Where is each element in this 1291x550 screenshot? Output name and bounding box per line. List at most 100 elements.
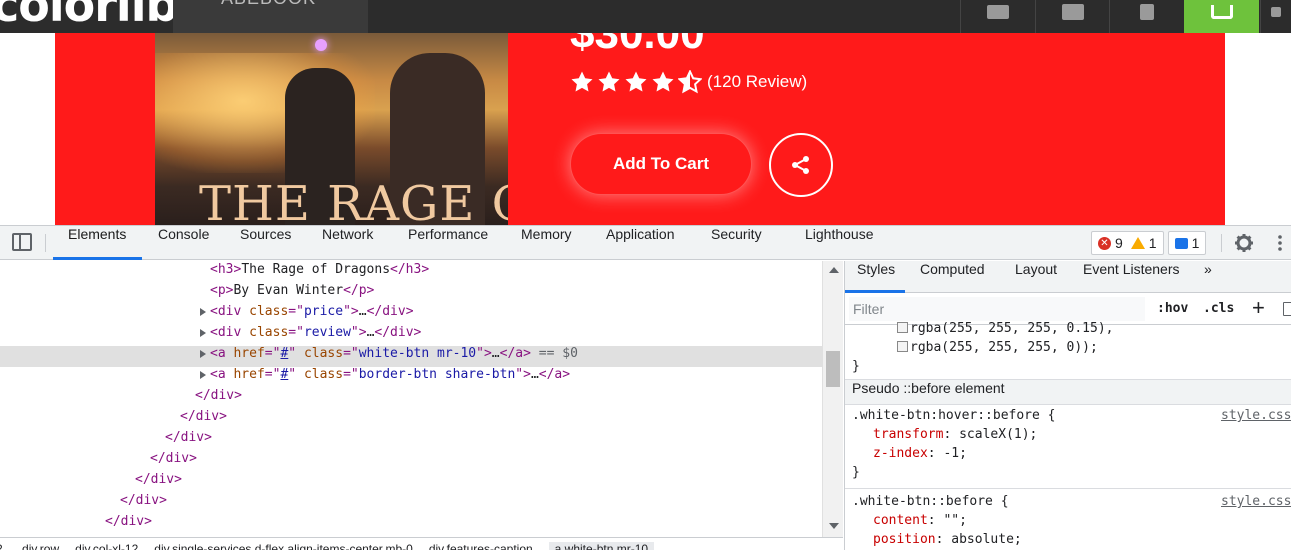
product-tab[interactable]: ABEBOOK [173, 0, 368, 33]
buy-button[interactable] [1184, 0, 1259, 33]
device-toolbar-icon[interactable] [12, 233, 32, 251]
css-declaration[interactable]: position: absolute; [845, 532, 1291, 550]
css-declaration[interactable]: transform: scaleX(1); [845, 427, 1291, 446]
css-declaration[interactable]: content: ""; [845, 513, 1291, 532]
styles-sidebar: Styles Computed Layout Event Listeners »… [844, 261, 1291, 550]
dom-node[interactable]: </div> [0, 472, 822, 493]
dom-token: href [233, 367, 265, 382]
dom-token: =" [264, 346, 281, 361]
css-rule-close[interactable]: } [845, 465, 1291, 484]
dom-token: … [358, 304, 367, 319]
expand-triangle-icon[interactable] [200, 328, 206, 337]
css-declaration[interactable]: rgba(255, 255, 255, 0.15), [845, 321, 1291, 340]
tab-styles[interactable]: Styles [857, 261, 895, 293]
tab-security[interactable]: Security [711, 226, 762, 260]
expand-triangle-icon[interactable] [200, 307, 206, 316]
breadcrumb-item[interactable]: div.features-caption [429, 542, 533, 550]
breadcrumb-item[interactable]: div.col-xl-12 [75, 542, 138, 550]
css-rule-selector[interactable]: .white-btn:hover::before { style.css [845, 408, 1291, 427]
tab-lighthouse[interactable]: Lighthouse [805, 226, 874, 260]
color-swatch[interactable] [897, 341, 908, 352]
expand-triangle-icon[interactable] [200, 349, 206, 358]
breadcrumb-item[interactable]: 2. [0, 542, 6, 550]
hover-state-toggle[interactable]: :hov [1157, 301, 1188, 316]
gear-icon[interactable] [1234, 233, 1254, 253]
dom-node[interactable]: </div> [0, 430, 822, 451]
cart-icon [1210, 4, 1233, 19]
dom-token: <p> [210, 283, 234, 298]
breadcrumb-item[interactable]: div.single-services.d-flex.align-items-c… [154, 542, 413, 550]
more-vertical-icon[interactable] [1272, 233, 1288, 253]
tab-application[interactable]: Application [606, 226, 675, 260]
css-declaration[interactable]: rgba(255, 255, 255, 0)); [845, 340, 1291, 359]
dom-token: =" [288, 325, 304, 340]
book-cover-title: THE RAGE OF [199, 176, 508, 225]
issue-counters[interactable]: ✕ 9 1 1 [1091, 231, 1207, 255]
share-icon [792, 156, 809, 174]
dom-node[interactable]: <h3>The Rage of Dragons</h3> [0, 262, 822, 283]
dom-tree[interactable]: <h3>The Rage of Dragons</h3> <p>By Evan W… [0, 261, 822, 537]
css-source-link[interactable]: style.css [1221, 494, 1291, 509]
mobile-view-button[interactable] [1109, 0, 1183, 33]
scroll-down-icon[interactable] [829, 523, 839, 529]
dom-node[interactable]: </div> [0, 493, 822, 514]
breadcrumb-item[interactable]: div.row [22, 542, 59, 550]
error-counter[interactable]: ✕ 9 1 [1091, 231, 1164, 255]
dom-token: class [249, 304, 289, 319]
scroll-up-icon[interactable] [829, 267, 839, 273]
dom-node[interactable]: <a href="#" class="border-btn share-btn"… [0, 367, 822, 388]
dom-tree-scrollbar[interactable] [822, 261, 843, 537]
css-declaration[interactable]: } [845, 359, 1291, 378]
dom-node[interactable]: </div> [0, 451, 822, 472]
mobile-icon [1139, 3, 1154, 20]
close-preview-button[interactable] [1260, 0, 1291, 33]
desktop-view-button[interactable] [960, 0, 1034, 33]
logo[interactable]: colorlib. [0, 0, 195, 32]
dom-node[interactable]: </div> [0, 388, 822, 409]
dom-token: </div> [180, 409, 227, 424]
dom-token: class [249, 325, 289, 340]
tablet-view-button[interactable] [1035, 0, 1109, 33]
filter-input[interactable] [849, 297, 1145, 321]
tab-computed[interactable]: Computed [920, 261, 985, 293]
tab-console[interactable]: Console [158, 226, 209, 260]
tab-elements[interactable]: Elements [68, 226, 126, 260]
tablet-icon [1061, 3, 1084, 20]
breadcrumb-item-selected[interactable]: a.white-btn.mr-10 [548, 542, 655, 550]
dom-node-selected[interactable]: <a href="#" class="white-btn mr-10">…</a… [0, 346, 822, 367]
review-count[interactable]: (120 Review) [707, 72, 807, 92]
dom-token: </div> [195, 388, 242, 403]
star-icon [652, 71, 674, 92]
product-hero: THE RAGE OF $30.00 (120 Review) Add To C… [55, 33, 1225, 225]
dom-node[interactable]: <div class="price">…</div> [0, 304, 822, 325]
css-token: : [927, 513, 944, 528]
share-button[interactable] [769, 133, 833, 197]
tab-performance[interactable]: Performance [408, 226, 488, 260]
scroll-thumb[interactable] [826, 351, 840, 387]
dom-node[interactable]: </div> [0, 409, 822, 430]
tab-sources[interactable]: Sources [240, 226, 291, 260]
css-declaration[interactable]: z-index: -1; [845, 446, 1291, 465]
tab-layout[interactable]: Layout [1015, 261, 1057, 293]
css-token: scaleX(1); [959, 427, 1038, 442]
more-tabs-chevron-icon[interactable]: » [1204, 261, 1212, 293]
css-rule-selector[interactable]: .white-btn::before {style.css [845, 494, 1291, 513]
tab-memory[interactable]: Memory [521, 226, 572, 260]
dom-token: <a [210, 346, 234, 361]
message-counter[interactable]: 1 [1167, 231, 1207, 255]
sidebar-toggle-icon[interactable] [1283, 302, 1291, 316]
dom-node[interactable]: </div> [0, 514, 822, 535]
css-token: .white-btn:hover::before { [852, 408, 1056, 423]
class-toggle[interactable]: .cls [1203, 301, 1234, 316]
dom-token: =" [288, 304, 304, 319]
color-swatch[interactable] [897, 322, 908, 333]
add-to-cart-button[interactable]: Add To Cart [570, 133, 752, 195]
dom-node[interactable]: <div class="review">…</div> [0, 325, 822, 346]
dom-token: =" [264, 367, 281, 382]
tab-event-listeners[interactable]: Event Listeners [1083, 261, 1180, 293]
expand-triangle-icon[interactable] [200, 370, 206, 379]
dom-node[interactable]: <p>By Evan Winter</p> [0, 283, 822, 304]
new-rule-button[interactable]: + [1252, 295, 1265, 321]
tab-network[interactable]: Network [322, 226, 373, 260]
css-source-link[interactable]: style.css [1221, 408, 1291, 423]
